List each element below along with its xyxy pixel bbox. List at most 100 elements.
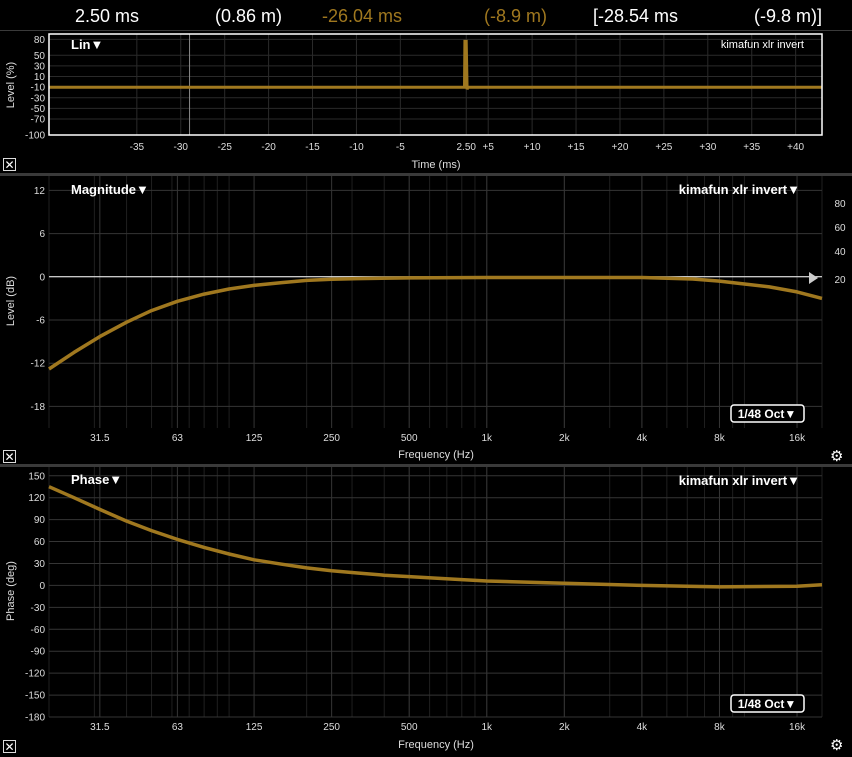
phase-x-tick: 2k xyxy=(559,722,571,733)
difference-time-readout: [-28.54 ms xyxy=(593,6,679,26)
close-magnitude-icon[interactable]: ✕ xyxy=(3,450,16,463)
magnitude-smoothing-label: 1/48 Oct▼ xyxy=(738,407,797,421)
phase-y-tick: 150 xyxy=(28,471,45,482)
impulse-plot-frame xyxy=(48,33,823,136)
phase-x-tick: 31.5 xyxy=(90,722,110,733)
impulse-x-tick: +15 xyxy=(568,142,585,153)
impulse-x-tick: -15 xyxy=(305,142,320,153)
magnitude-y-axis-label: Level (dB) xyxy=(5,276,17,326)
phase-chart[interactable]: 31.5 63 125 250 500 1k 2k 4k 8k 16k 150 120 90 60 30 0 -… xyxy=(0,467,852,757)
close-phase-icon[interactable]: ✕ xyxy=(3,740,16,753)
phase-x-axis-label: Frequency (Hz) xyxy=(398,739,474,751)
phase-y-tick: 90 xyxy=(34,515,46,526)
phase-trace xyxy=(48,485,823,589)
magnitude-panel: 31.5 63 125 250 500 1k 2k 4k 8k 16k 12 6 0 -6 -12 -18 80… xyxy=(0,176,852,464)
magnitude-settings-gear-icon[interactable]: ⚙ xyxy=(830,449,843,464)
impulse-panel: -35 -30 -25 -20 -15 -10 -5 2.50 +5 +10 +15 +20 +25 +3… xyxy=(0,31,852,173)
mag-x-tick: 500 xyxy=(401,433,418,444)
mag-right-y-tick: 60 xyxy=(834,223,846,234)
phase-x-tick: 1k xyxy=(481,722,493,733)
magnitude-x-axis-label: Frequency (Hz) xyxy=(398,449,474,461)
impulse-y-tick: -10 xyxy=(31,83,46,94)
delay-time-readout: -26.04 ms xyxy=(322,6,403,26)
phase-y-axis-label: Phase (deg) xyxy=(5,561,17,621)
phase-y-tick: 120 xyxy=(28,493,45,504)
phase-smoothing-label: 1/48 Oct▼ xyxy=(738,697,797,711)
impulse-x-tick: -25 xyxy=(217,142,232,153)
magnitude-trace-dropdown[interactable]: kimafun xlr invert▼ xyxy=(679,182,800,197)
cursor-time-readout: 2.50 ms xyxy=(75,6,140,26)
mag-x-tick: 125 xyxy=(246,433,263,444)
magnitude-view-dropdown[interactable]: Magnitude▼ xyxy=(71,182,149,197)
phase-x-tick: 500 xyxy=(401,722,418,733)
impulse-trace xyxy=(49,39,822,90)
difference-distance-readout: (-9.8 m)] xyxy=(754,6,823,26)
impulse-x-axis-label: Time (ms) xyxy=(411,159,460,171)
impulse-y-tick: 10 xyxy=(34,72,46,83)
impulse-x-tick: -30 xyxy=(174,142,189,153)
phase-x-tick: 4k xyxy=(637,722,649,733)
cursor-distance-readout: (0.86 m) xyxy=(215,6,283,26)
phase-y-tick: -120 xyxy=(25,669,45,680)
mag-y-tick: 12 xyxy=(34,186,46,197)
phase-x-tick: 125 xyxy=(246,722,263,733)
mag-right-y-tick: 40 xyxy=(834,247,846,258)
impulse-y-tick: 50 xyxy=(34,51,46,62)
reference-level-handle[interactable] xyxy=(809,272,818,284)
phase-panel: 31.5 63 125 250 500 1k 2k 4k 8k 16k 150 120 90 60 30 0 -… xyxy=(0,467,852,757)
phase-trace-dropdown[interactable]: kimafun xlr invert▼ xyxy=(679,473,800,488)
impulse-y-tick: -100 xyxy=(25,131,45,142)
impulse-chart[interactable]: -35 -30 -25 -20 -15 -10 -5 2.50 +5 +10 +15 +20 +25 +3… xyxy=(0,31,852,173)
mag-x-tick: 16k xyxy=(789,433,806,444)
impulse-mode-dropdown[interactable]: Lin▼ xyxy=(71,37,103,52)
mag-x-tick: 250 xyxy=(323,433,340,444)
impulse-x-tick: 2.50 xyxy=(457,142,477,153)
impulse-x-tick: +40 xyxy=(787,142,804,153)
impulse-y-tick: 80 xyxy=(34,35,46,46)
mag-x-tick: 31.5 xyxy=(90,433,110,444)
mag-x-tick: 8k xyxy=(714,433,726,444)
mag-right-y-tick: 20 xyxy=(834,275,846,286)
phase-settings-gear-icon[interactable]: ⚙ xyxy=(830,738,843,753)
phase-y-tick: 0 xyxy=(39,581,45,592)
impulse-x-tick: +20 xyxy=(611,142,628,153)
mag-y-tick: 6 xyxy=(39,229,45,240)
impulse-x-tick: +10 xyxy=(524,142,541,153)
phase-x-tick: 250 xyxy=(323,722,340,733)
phase-y-tick: 30 xyxy=(34,559,46,570)
cursor-readout-bar: 2.50 ms (0.86 m) -26.04 ms (-8.9 m) [-28… xyxy=(0,0,852,30)
mag-x-tick: 4k xyxy=(637,433,649,444)
mag-y-tick: -18 xyxy=(31,402,46,413)
mag-x-tick: 2k xyxy=(559,433,571,444)
phase-y-tick: -90 xyxy=(31,647,46,658)
impulse-x-tick: +5 xyxy=(483,142,495,153)
impulse-x-tick: -35 xyxy=(130,142,145,153)
mag-y-tick: -6 xyxy=(36,316,45,327)
impulse-x-tick: +25 xyxy=(655,142,672,153)
impulse-trace-label: kimafun xlr invert xyxy=(721,39,804,51)
impulse-x-tick: +35 xyxy=(743,142,760,153)
mag-y-tick: 0 xyxy=(39,272,45,283)
phase-view-dropdown[interactable]: Phase▼ xyxy=(71,472,122,487)
impulse-y-tick: -50 xyxy=(31,104,46,115)
mag-trace xyxy=(48,275,823,371)
mag-x-tick: 1k xyxy=(481,433,493,444)
phase-y-tick: 60 xyxy=(34,537,46,548)
impulse-x-tick: -5 xyxy=(396,142,405,153)
phase-x-tick: 63 xyxy=(172,722,184,733)
phase-y-tick: -180 xyxy=(25,713,45,724)
impulse-y-tick: -30 xyxy=(31,93,46,104)
mag-y-tick: -12 xyxy=(31,359,46,370)
magnitude-chart[interactable]: 31.5 63 125 250 500 1k 2k 4k 8k 16k1260-6-12-1880… xyxy=(0,176,852,464)
phase-y-tick: -30 xyxy=(31,603,46,614)
delay-distance-readout: (-8.9 m) xyxy=(484,6,547,26)
phase-x-tick: 16k xyxy=(789,722,806,733)
impulse-y-tick: 30 xyxy=(34,61,46,72)
mag-right-y-tick: 80 xyxy=(834,199,846,210)
close-impulse-icon[interactable]: ✕ xyxy=(3,158,16,171)
phase-y-tick: -60 xyxy=(31,625,46,636)
impulse-y-tick: -70 xyxy=(31,115,46,126)
phase-x-tick: 8k xyxy=(714,722,726,733)
impulse-x-tick: +30 xyxy=(699,142,716,153)
mag-x-tick: 63 xyxy=(172,433,184,444)
